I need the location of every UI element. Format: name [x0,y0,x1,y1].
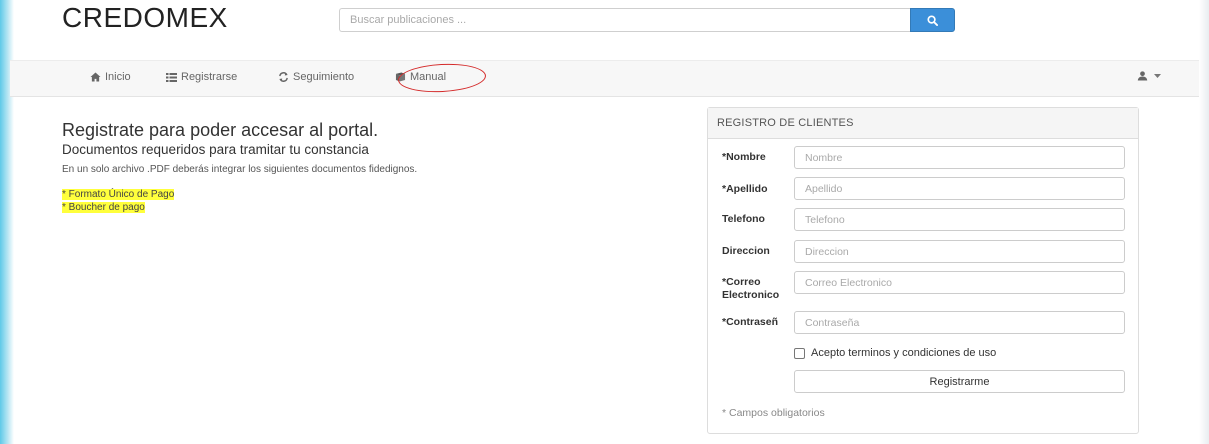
nav-item-inicio[interactable]: Inicio [90,71,131,83]
register-button[interactable]: Registrarme [794,370,1125,393]
user-menu-dropdown[interactable] [1137,71,1161,81]
label-telefono: Telefono [722,213,765,225]
caret-down-icon [1154,74,1161,78]
list-icon [166,72,177,82]
label-direccion: Direccion [722,245,770,257]
main-navbar: Inicio Registrarse Seguimiento Manual [10,60,1199,97]
nav-item-seguimiento[interactable]: Seguimiento [278,71,354,83]
required-fields-note: * Campos obligatorios [722,407,825,419]
label-nombre: *Nombre [722,151,766,163]
nav-item-registrarse[interactable]: Registrarse [166,71,237,83]
right-edge-decoration [1199,0,1209,444]
telefono-field[interactable] [794,208,1125,231]
password-field[interactable] [794,311,1125,334]
instructions-text: En un solo archivo .PDF deberás integrar… [62,164,418,175]
page-title: Registrate para poder accesar al portal. [62,120,379,140]
nav-item-label: Seguimiento [293,71,355,83]
page-subtitle: Documentos requeridos para tramitar tu c… [62,142,369,157]
manual-annotation-circle [397,61,487,95]
refresh-icon [279,72,288,82]
user-icon [1137,71,1148,81]
search-button[interactable] [910,8,955,32]
requirement-item: * Formato Único de Pago [62,189,175,200]
nav-item-label: Registrarse [181,71,238,83]
brand-logo[interactable]: CREDOMEX [62,2,228,34]
register-panel: REGISTRO DE CLIENTES *Nombre *Apellido T… [707,107,1139,434]
nav-item-label: Inicio [105,71,131,83]
label-contrasena: *Contraseñ [722,316,779,328]
apellido-field[interactable] [794,177,1125,200]
requirement-text: * Boucher de pago [62,202,145,213]
search-icon [927,14,938,26]
terms-label[interactable]: Acepto terminos y condiciones de uso [811,347,996,359]
label-apellido: *Apellido [722,183,768,195]
direccion-field[interactable] [794,240,1125,263]
requirement-item: * Boucher de pago [62,202,145,213]
terms-checkbox[interactable] [794,347,805,359]
email-field[interactable] [794,271,1125,294]
label-correo: *Correo Electronico [722,276,780,301]
search-bar [339,8,955,32]
terms-row: Acepto terminos y condiciones de uso [794,347,996,359]
search-input[interactable] [339,8,910,32]
panel-heading: REGISTRO DE CLIENTES [708,108,1138,139]
nombre-field[interactable] [794,146,1125,169]
requirement-text: * Formato Único de Pago [62,189,175,200]
home-icon [90,72,101,82]
